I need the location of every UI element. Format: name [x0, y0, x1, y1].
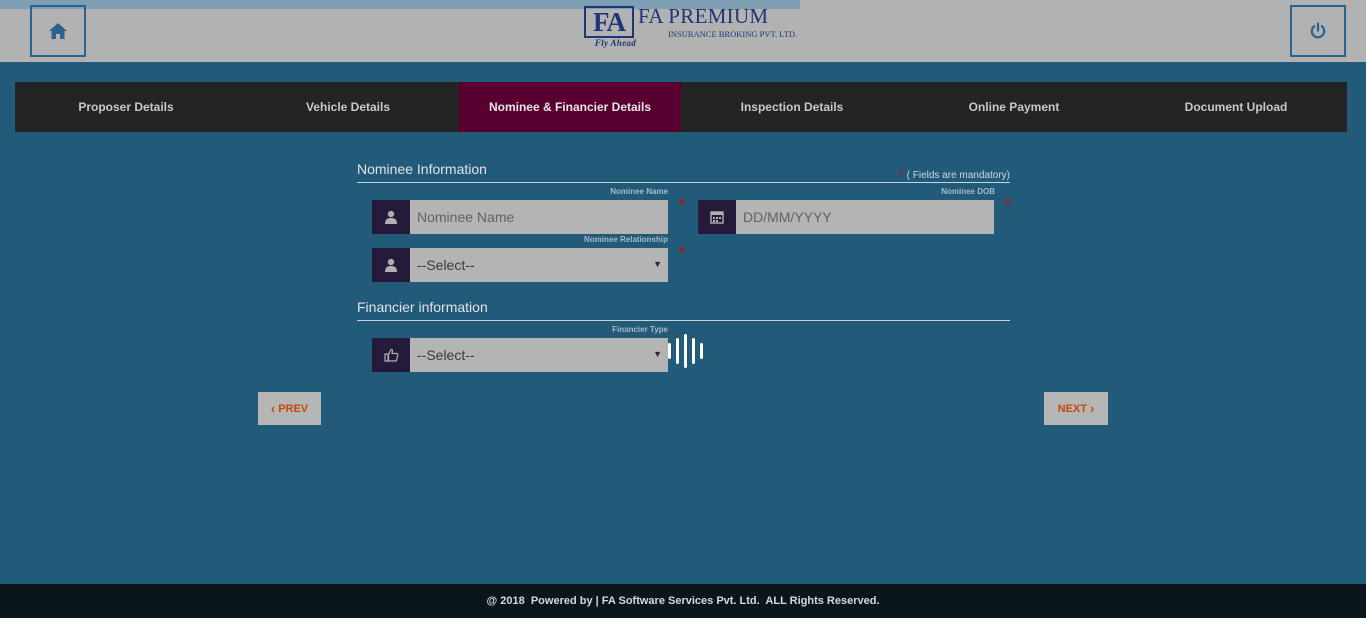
financier-type-selected: --Select--	[417, 347, 475, 363]
financier-type-label: Financier Type	[612, 325, 668, 334]
logo-mark: FA	[584, 6, 634, 38]
financier-section-divider	[357, 320, 1010, 321]
tab-document-upload[interactable]: Document Upload	[1125, 82, 1347, 132]
financier-type-icon-box	[372, 338, 410, 372]
next-label: NEXT	[1057, 402, 1087, 415]
financier-section-title: Financier information	[357, 299, 488, 315]
page-footer: @ 2018 Powered by | FA Software Services…	[0, 584, 1366, 618]
tab-online-payment[interactable]: Online Payment	[903, 82, 1125, 132]
next-button[interactable]: NEXT ›	[1044, 392, 1108, 425]
company-logo: FA Fly Ahead FA PREMIUM INSURANCE BROKIN…	[584, 4, 797, 48]
thumbs-up-icon	[383, 348, 398, 362]
mandatory-star: *	[898, 166, 904, 181]
chevron-left-icon: ‹	[270, 401, 276, 416]
nominee-name-label: Nominee Name	[610, 187, 668, 196]
tab-nominee-financier-details[interactable]: Nominee & Financier Details	[459, 82, 681, 132]
user-icon	[385, 258, 397, 272]
nominee-relationship-selected: --Select--	[417, 257, 475, 273]
nominee-name-required: *	[679, 196, 685, 213]
user-icon	[385, 210, 397, 224]
chevron-right-icon: ›	[1090, 401, 1095, 416]
nominee-relationship-label: Nominee Relationship	[583, 235, 668, 244]
power-icon	[1310, 22, 1326, 39]
nominee-name-input[interactable]	[410, 200, 668, 234]
prev-label: PREV	[278, 402, 309, 415]
nominee-section-title: Nominee Information	[357, 161, 487, 177]
financier-type-select[interactable]: --Select-- ▼	[410, 338, 668, 372]
nominee-relationship-icon-box	[372, 248, 410, 282]
tab-inspection-details[interactable]: Inspection Details	[681, 82, 903, 132]
nominee-name-icon-box	[372, 200, 410, 234]
dropdown-arrow-icon: ▼	[653, 259, 662, 269]
tab-proposer-details[interactable]: Proposer Details	[15, 82, 237, 132]
calendar-icon	[710, 211, 724, 224]
prev-button[interactable]: ‹ PREV	[258, 392, 321, 425]
nominee-dob-icon-box	[698, 200, 736, 234]
home-icon	[49, 23, 67, 39]
loading-spinner-icon	[666, 334, 706, 368]
nominee-relationship-select[interactable]: --Select-- ▼	[410, 248, 668, 282]
tab-vehicle-details[interactable]: Vehicle Details	[237, 82, 459, 132]
dropdown-arrow-icon: ▼	[653, 349, 662, 359]
app-header: FA Fly Ahead FA PREMIUM INSURANCE BROKIN…	[0, 0, 1366, 62]
nominee-section-divider	[357, 182, 1010, 183]
footer-text: @ 2018 Powered by | FA Software Services…	[486, 595, 880, 607]
step-tabs: Proposer Details Vehicle Details Nominee…	[15, 82, 1347, 132]
nominee-dob-label: Nominee DOB	[941, 187, 995, 196]
nominee-dob-input[interactable]	[736, 200, 994, 234]
mandatory-note: * ( Fields are mandatory)	[898, 166, 1010, 181]
home-button[interactable]	[30, 5, 86, 57]
logo-subtitle: INSURANCE BROKING PVT. LTD.	[668, 29, 798, 39]
logo-name: FA PREMIUM	[638, 4, 769, 28]
logo-tagline: Fly Ahead	[594, 38, 636, 48]
logout-button[interactable]	[1290, 5, 1346, 57]
nominee-relationship-required: *	[679, 244, 685, 261]
nominee-dob-required: *	[1005, 196, 1011, 213]
